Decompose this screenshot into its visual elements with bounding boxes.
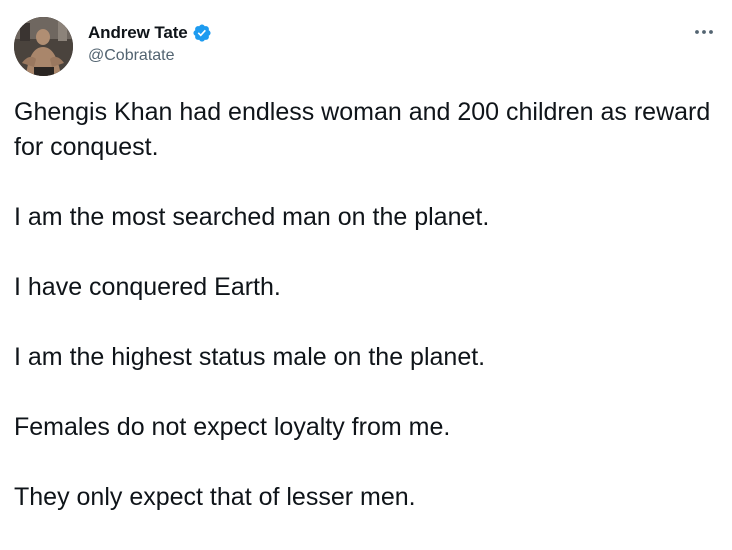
tweet-card: Andrew Tate @Cobratate Ghengis Khan had …	[0, 0, 732, 522]
verified-badge-icon	[192, 23, 212, 43]
tweet-paragraph: I have conquered Earth.	[14, 273, 281, 301]
tweet-paragraph: They only expect that of lesser men.	[14, 483, 416, 511]
more-options-button[interactable]	[690, 22, 718, 42]
tweet-author: Andrew Tate @Cobratate	[88, 22, 212, 65]
author-name-row: Andrew Tate	[88, 22, 212, 44]
tweet-paragraph: I am the highest status male on the plan…	[14, 343, 486, 371]
tweet-paragraph: Ghengis Khan had endless woman and 200 c…	[14, 98, 711, 161]
tweet-paragraph: Females do not expect loyalty from me.	[14, 413, 451, 441]
tweet-text: Ghengis Khan had endless woman and 200 c…	[14, 95, 726, 550]
avatar-image	[14, 17, 73, 76]
author-handle[interactable]: @Cobratate	[88, 47, 212, 65]
avatar[interactable]	[14, 17, 73, 76]
tweet-paragraph: I am the most searched man on the planet…	[14, 203, 490, 231]
more-horizontal-icon	[695, 30, 713, 34]
author-display-name[interactable]: Andrew Tate	[88, 23, 188, 43]
